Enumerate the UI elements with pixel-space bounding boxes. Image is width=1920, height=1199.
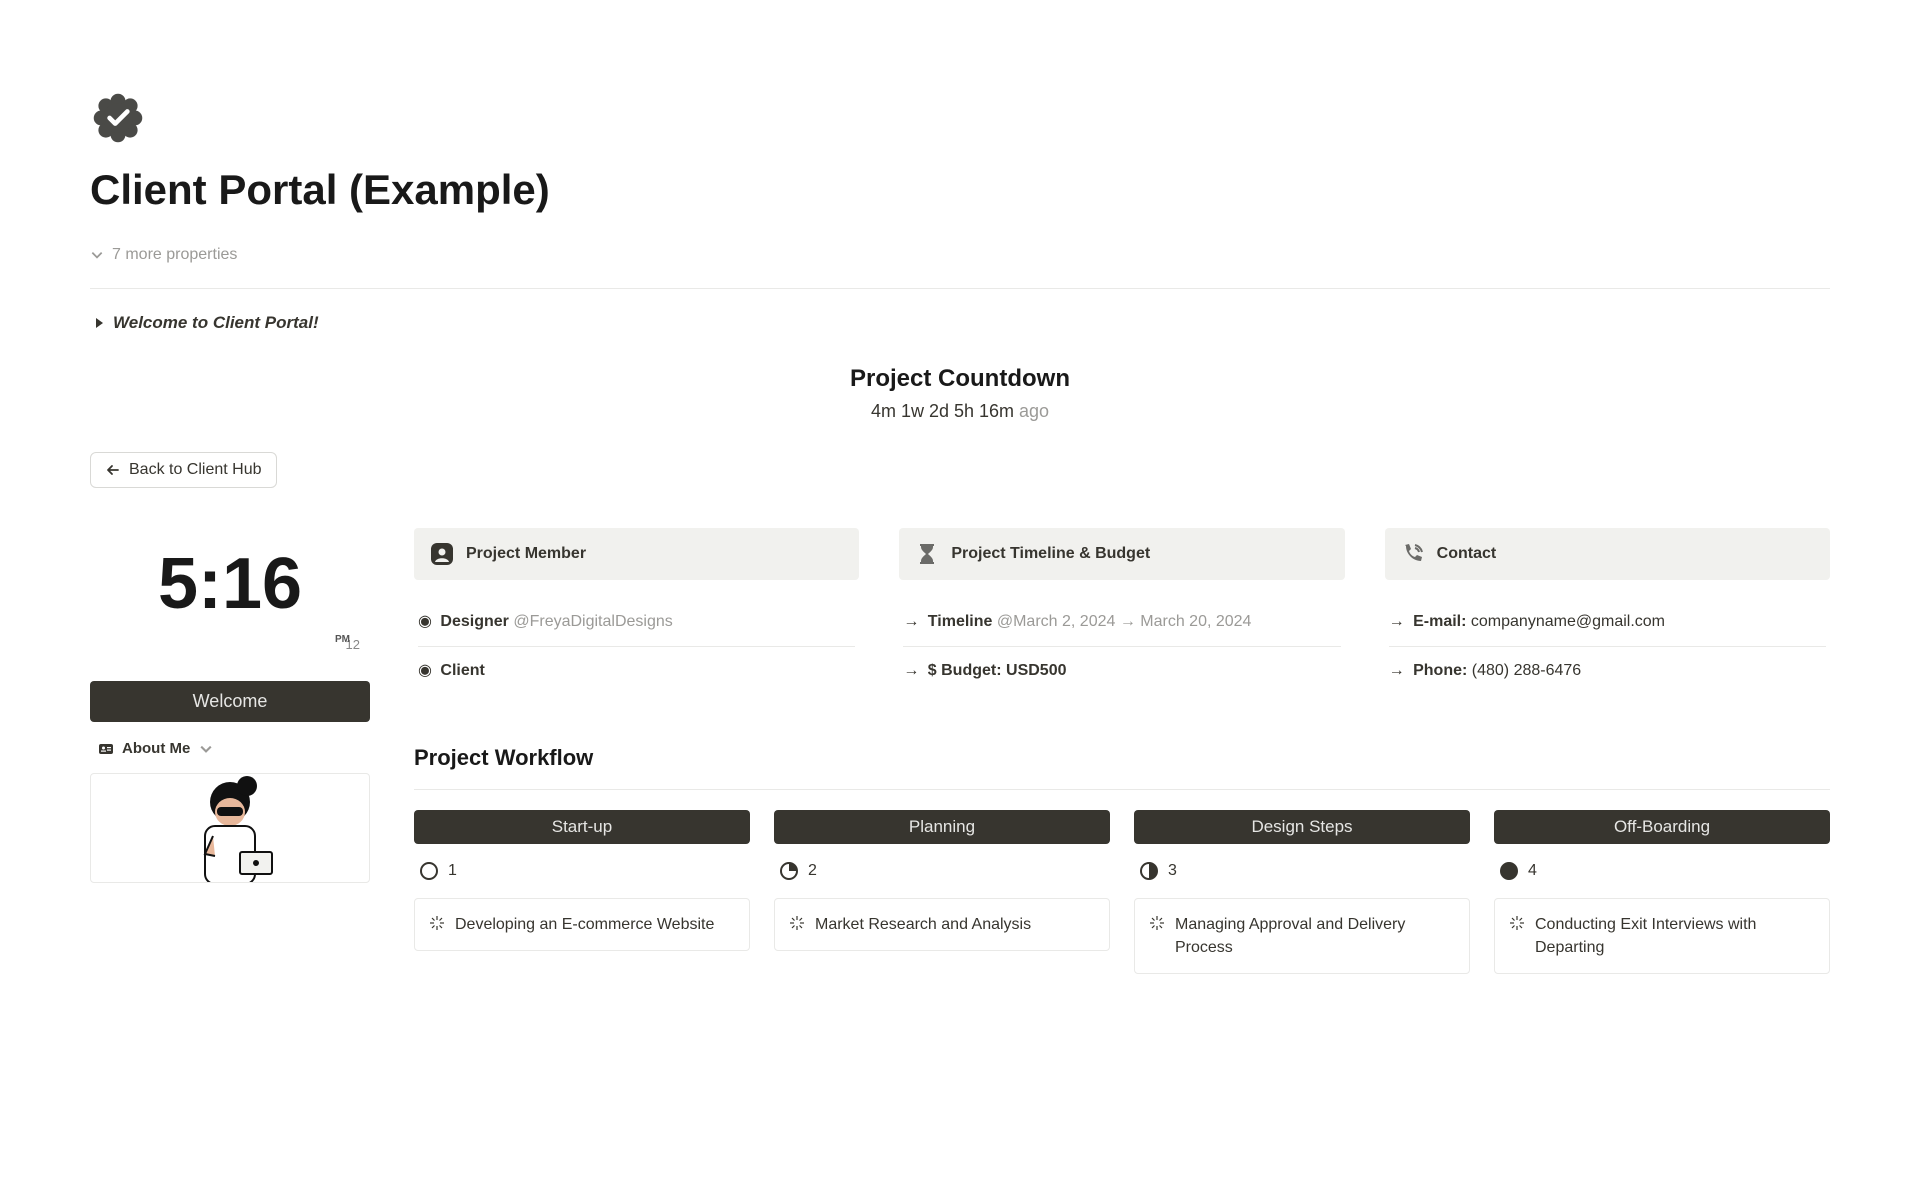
progress-circle-icon — [1140, 862, 1158, 880]
workflow-status[interactable]: 3 — [1134, 858, 1470, 884]
contact-card: Contact → E-mail: companyname@gmail.com … — [1385, 528, 1830, 695]
chevron-down-icon — [90, 248, 104, 262]
progress-circle-icon — [1500, 862, 1518, 880]
welcome-bar: Welcome — [90, 681, 370, 722]
workflow-status[interactable]: 1 — [414, 858, 750, 884]
welcome-toggle[interactable]: Welcome to Client Portal! — [90, 309, 1830, 337]
progress-circle-icon — [420, 862, 438, 880]
user-circle-icon — [430, 542, 454, 566]
workflow-task-title: Conducting Exit Interviews with Departin… — [1535, 913, 1815, 959]
workflow-column-header: Design Steps — [1134, 810, 1470, 844]
workflow-task-title: Managing Approval and Delivery Process — [1175, 913, 1455, 959]
sparkle-icon — [789, 915, 805, 931]
workflow-column-header: Start-up — [414, 810, 750, 844]
divider — [90, 288, 1830, 289]
chevron-down-icon — [198, 741, 214, 757]
workflow-status[interactable]: 4 — [1494, 858, 1830, 884]
workflow-task-card[interactable]: Market Research and Analysis — [774, 898, 1110, 951]
workflow-status-number: 4 — [1528, 862, 1537, 880]
workflow-column: Start-up 1 Developing an E-commerce Websit… — [414, 810, 750, 974]
sparkle-icon — [1149, 915, 1165, 931]
page-title: Client Portal (Example) — [90, 166, 1830, 214]
workflow-column: Off-Boarding 4 Conducting Exit Interviews … — [1494, 810, 1830, 974]
arrow-left-icon — [105, 462, 121, 478]
sparkle-icon — [429, 915, 445, 931]
about-me-toggle[interactable]: About Me — [90, 736, 370, 761]
sparkle-icon — [1509, 915, 1525, 931]
hourglass-icon — [915, 542, 939, 566]
illustration — [90, 773, 370, 883]
page-icon — [90, 90, 146, 146]
workflow-task-card[interactable]: Conducting Exit Interviews with Departin… — [1494, 898, 1830, 974]
workflow-task-title: Market Research and Analysis — [815, 913, 1031, 936]
divider — [414, 789, 1830, 790]
project-countdown: Project Countdown 4m 1w 2d 5h 16m ago — [90, 365, 1830, 422]
triangle-right-icon — [96, 318, 103, 328]
project-member-card: Project Member ◉ Designer @FreyaDigitalD… — [414, 528, 859, 695]
workflow-task-card[interactable]: Managing Approval and Delivery Process — [1134, 898, 1470, 974]
phone-icon — [1401, 542, 1425, 566]
workflow-status-number: 2 — [808, 862, 817, 880]
workflow-column: Planning 2 Market Research and Analysis — [774, 810, 1110, 974]
workflow-column-header: Planning — [774, 810, 1110, 844]
workflow-task-title: Developing an E-commerce Website — [455, 913, 714, 936]
workflow-status[interactable]: 2 — [774, 858, 1110, 884]
workflow-column-header: Off-Boarding — [1494, 810, 1830, 844]
workflow-task-card[interactable]: Developing an E-commerce Website — [414, 898, 750, 951]
workflow-status-number: 1 — [448, 862, 457, 880]
more-properties-toggle[interactable]: 7 more properties — [90, 242, 1830, 280]
clock-widget: 5:16 PM 12 — [90, 528, 370, 651]
progress-circle-icon — [780, 862, 798, 880]
project-timeline-card: Project Timeline & Budget → Timeline @Ma… — [899, 528, 1344, 695]
countdown-title: Project Countdown — [90, 365, 1830, 393]
id-card-icon — [98, 741, 114, 757]
workflow-column: Design Steps 3 Managing Approval and Deliv… — [1134, 810, 1470, 974]
back-to-client-hub-button[interactable]: Back to Client Hub — [90, 452, 277, 488]
workflow-status-number: 3 — [1168, 862, 1177, 880]
project-workflow-heading: Project Workflow — [414, 745, 1830, 771]
